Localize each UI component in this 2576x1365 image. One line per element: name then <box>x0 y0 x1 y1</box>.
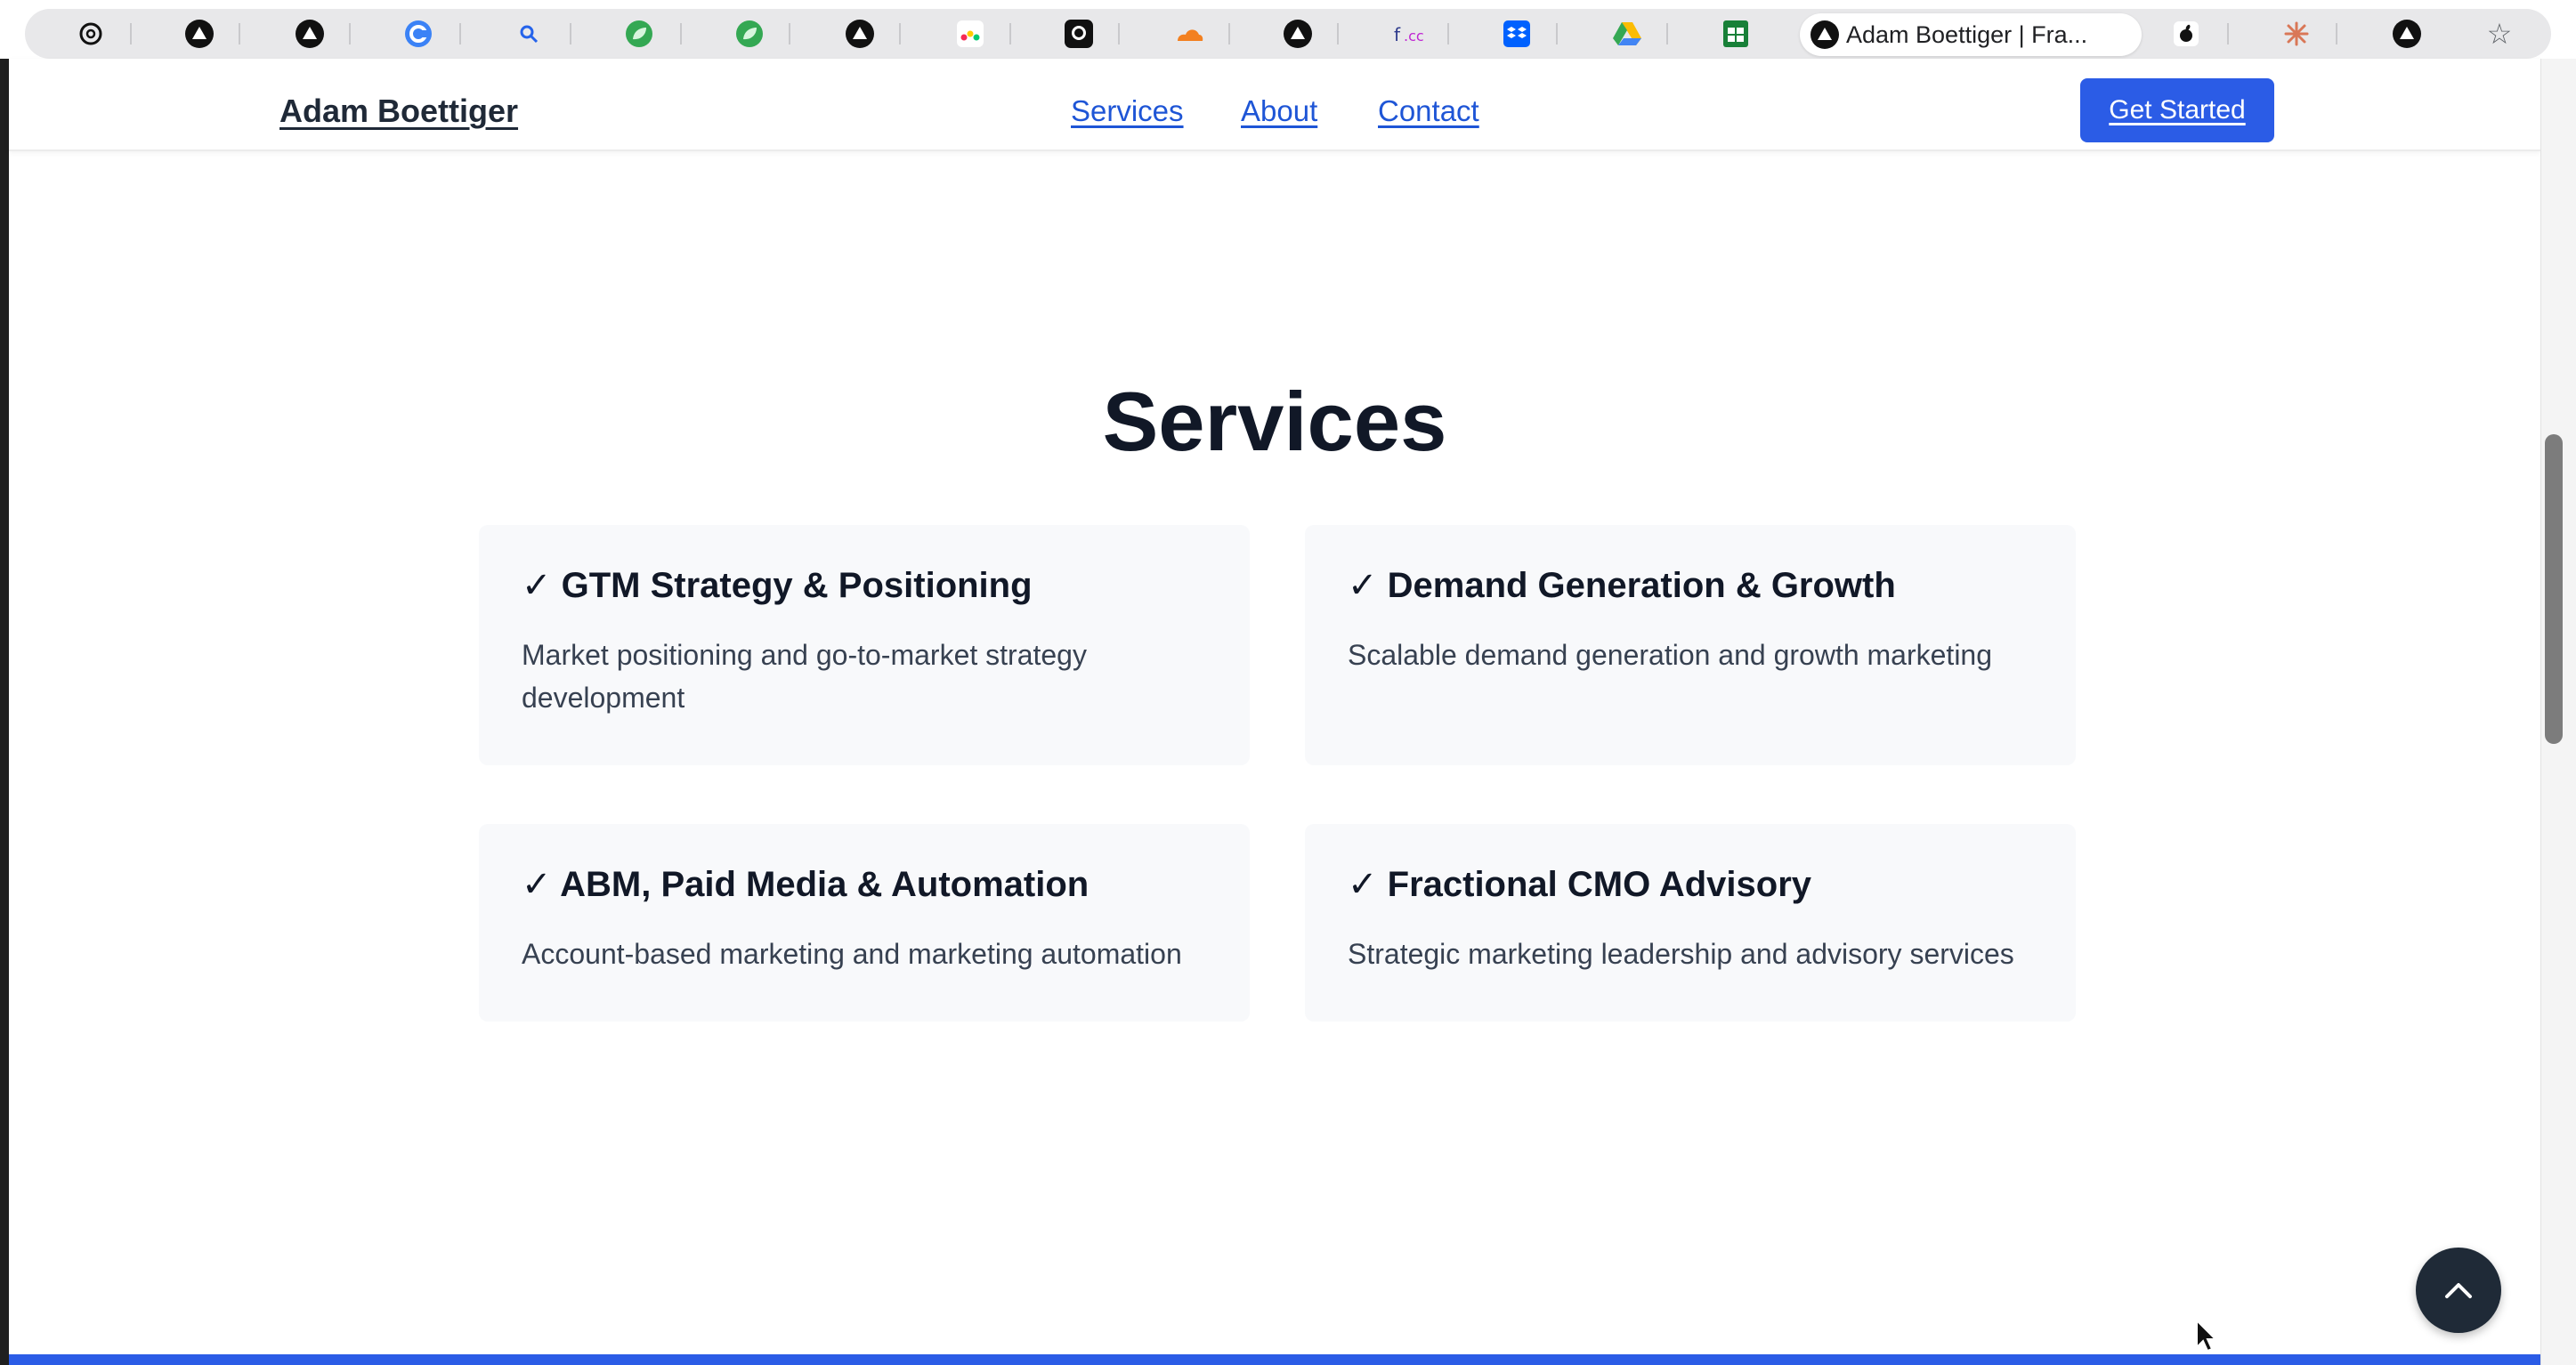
search-icon[interactable] <box>513 18 545 50</box>
vercel-icon[interactable] <box>1282 18 1314 50</box>
service-card: ✓ Fractional CMO Advisory Strategic mark… <box>1305 824 2076 1022</box>
service-title: ✓ ABM, Paid Media & Automation <box>522 865 1090 904</box>
apple-icon[interactable] <box>2170 18 2202 50</box>
service-card: ✓ Demand Generation & Growth Scalable de… <box>1305 525 2076 765</box>
vercel-icon[interactable] <box>2391 18 2423 50</box>
claude-icon[interactable] <box>2280 18 2313 50</box>
bookmark-star-icon[interactable]: ☆ <box>2483 18 2515 50</box>
service-description: Account-based marketing and marketing au… <box>522 938 1182 970</box>
leaf-icon[interactable] <box>623 18 655 50</box>
chevron-up-icon <box>2445 1283 2472 1298</box>
browser-tab-strip: f .cc Adam Boettiger | Fra... ☆ <box>25 9 2551 59</box>
service-card: ✓ GTM Strategy & Positioning Market posi… <box>479 525 1250 765</box>
monday-icon[interactable] <box>954 18 986 50</box>
cloudflare-icon[interactable] <box>1173 18 1205 50</box>
google-sheets-icon[interactable] <box>1720 18 1752 50</box>
fcc-icon[interactable]: f .cc <box>1392 18 1424 50</box>
tab-active[interactable]: Adam Boettiger | Fra... <box>1800 13 2142 56</box>
openai-icon[interactable] <box>75 18 107 50</box>
vercel-icon[interactable] <box>183 18 215 50</box>
service-title: ✓ GTM Strategy & Positioning <box>522 566 1033 605</box>
brand-link[interactable]: Adam Boettiger <box>279 93 518 130</box>
google-drive-icon[interactable] <box>1611 18 1643 50</box>
tab-title: Adam Boettiger | Fra... <box>1846 20 2088 48</box>
service-card: ✓ ABM, Paid Media & Automation Account-b… <box>479 824 1250 1022</box>
circle-c-icon[interactable] <box>402 18 434 50</box>
window-edge <box>0 59 9 1365</box>
vercel-icon <box>1809 19 1841 51</box>
footer-accent-bar <box>9 1354 2540 1365</box>
get-started-button[interactable]: Get Started <box>2080 78 2274 142</box>
nav-services-link[interactable]: Services <box>1071 94 1184 128</box>
vercel-icon[interactable] <box>294 18 326 50</box>
mouse-cursor-icon <box>2196 1319 2218 1353</box>
nav-contact-link[interactable]: Contact <box>1378 94 1479 128</box>
dropbox-icon[interactable] <box>1501 18 1533 50</box>
scrollbar-thumb[interactable] <box>2545 434 2563 744</box>
service-description: Market positioning and go-to-market stra… <box>522 639 1087 714</box>
services-heading: Services <box>1102 375 1447 468</box>
github-icon[interactable] <box>1063 18 1095 50</box>
service-title: ✓ Demand Generation & Growth <box>1348 566 1896 605</box>
svg-text:.cc: .cc <box>1404 28 1424 44</box>
back-to-top-button[interactable] <box>2416 1248 2501 1333</box>
leaf-icon[interactable] <box>733 18 766 50</box>
vercel-icon[interactable] <box>844 18 876 50</box>
nav-about-link[interactable]: About <box>1241 94 1317 128</box>
svg-text:f: f <box>1394 24 1401 45</box>
service-description: Strategic marketing leadership and advis… <box>1348 938 2014 970</box>
site-header: Adam Boettiger Services About Contact Ge… <box>9 59 2540 151</box>
service-description: Scalable demand generation and growth ma… <box>1348 639 1993 671</box>
service-title: ✓ Fractional CMO Advisory <box>1348 865 1812 904</box>
